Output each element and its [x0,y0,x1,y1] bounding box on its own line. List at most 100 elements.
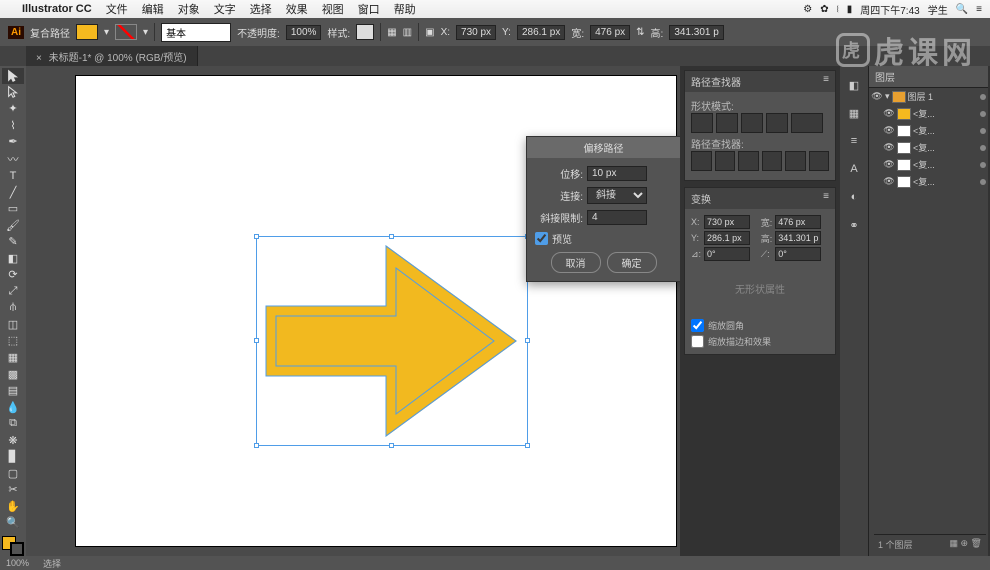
expand-icon[interactable]: ▾ [885,91,890,102]
perspective-tool[interactable]: ▦ [2,350,24,366]
visibility-icon[interactable]: 👁 [871,91,883,102]
symbol-sprayer-tool[interactable]: ❋ [2,432,24,448]
column-graph-tool[interactable]: ▊ [2,449,24,465]
unite-button[interactable] [691,113,713,133]
merge-button[interactable] [738,151,759,171]
layer-row[interactable]: 👁<复... [869,122,988,139]
opacity-input[interactable]: 100% [286,25,322,40]
divide-button[interactable] [691,151,712,171]
align-icon[interactable]: ▦ [387,27,396,38]
swatches-panel-icon[interactable]: ▦ [845,104,863,122]
target-icon[interactable] [980,162,986,168]
lasso-tool[interactable]: ⌇ [2,118,24,134]
eyedropper-tool[interactable]: 💧 [2,399,24,415]
ty-input[interactable] [704,231,750,245]
zoom-tool[interactable]: 🔍 [2,515,24,531]
intersect-button[interactable] [741,113,763,133]
direct-selection-tool[interactable] [2,85,24,101]
expand-button[interactable] [791,113,823,133]
layer-name[interactable]: 图层 1 [908,90,978,103]
slice-tool[interactable]: ✂ [2,482,24,498]
layer-name[interactable]: <复... [913,107,978,120]
layer-name[interactable]: <复... [913,141,978,154]
layer-row[interactable]: 👁<复... [869,173,988,190]
panel-menu-icon[interactable]: ≡ [823,191,829,206]
scale-tool[interactable]: ⤢ [2,284,24,300]
th-input[interactable] [775,231,821,245]
layer-row[interactable]: 👁 <复... [869,139,988,156]
target-icon[interactable] [980,145,986,151]
tab-close-icon[interactable]: × [36,53,42,64]
free-transform-tool[interactable]: ◫ [2,317,24,333]
layers-title[interactable]: 图层 [875,69,895,84]
link-icon[interactable]: ⇅ [636,27,644,38]
target-icon[interactable] [980,128,986,134]
eraser-tool[interactable]: ◧ [2,250,24,266]
minus-back-button[interactable] [809,151,830,171]
clock[interactable]: 周四下午7:43 [860,2,919,17]
pen-tool[interactable]: ✒ [2,134,24,150]
shaper-tool[interactable]: ✎ [2,234,24,250]
visibility-icon[interactable]: 👁 [883,142,895,153]
align-icon[interactable]: ▥ [403,27,412,38]
angle-input[interactable] [704,247,750,261]
menu-window[interactable]: 窗口 [358,1,380,17]
paintbrush-tool[interactable]: 🖌 [2,217,24,233]
panel-title[interactable]: 变换 [691,191,711,206]
color-panel-icon[interactable]: ◧ [845,76,863,94]
type-panel-icon[interactable]: A [845,160,863,178]
type-tool[interactable]: T [2,168,24,184]
panel-menu-icon[interactable]: ≡ [823,74,829,89]
offset-input[interactable] [587,166,647,181]
fill-swatch[interactable] [76,24,98,40]
new-layer-icon[interactable]: ▦ ⊕ 🗑 [950,538,982,551]
shape-builder-tool[interactable]: ⬚ [2,333,24,349]
mesh-tool[interactable]: ▩ [2,366,24,382]
tx-input[interactable] [704,215,750,229]
exclude-button[interactable] [766,113,788,133]
artboard-tool[interactable]: ▢ [2,466,24,482]
menu-help[interactable]: 帮助 [394,1,416,17]
panel-title[interactable]: 路径查找器 [691,74,741,89]
hand-tool[interactable]: ✋ [2,499,24,515]
layer-name[interactable]: <复... [913,124,978,137]
blend-tool[interactable]: ⧉ [2,416,24,432]
y-input[interactable]: 286.1 px [517,25,565,40]
menu-select[interactable]: 选择 [250,1,272,17]
target-icon[interactable] [980,179,986,185]
zoom-level[interactable]: 100% [6,558,29,568]
stroke-panel-icon[interactable]: ≡ [845,132,863,150]
h-input[interactable]: 341.301 p [669,25,724,40]
layer-row[interactable]: 👁 <复... [869,156,988,173]
menu-object[interactable]: 对象 [178,1,200,17]
ref-point-icon[interactable]: ▣ [425,27,434,38]
stroke-box[interactable] [10,542,24,556]
menu-edit[interactable]: 编辑 [142,1,164,17]
preview-checkbox[interactable] [535,232,548,245]
line-tool[interactable]: ╱ [2,184,24,200]
cancel-button[interactable]: 取消 [551,252,601,273]
minus-front-button[interactable] [716,113,738,133]
menu-effect[interactable]: 效果 [286,1,308,17]
layer-name[interactable]: <复... [913,158,978,171]
menu-icon[interactable]: ≡ [976,4,982,15]
tw-input[interactable] [775,215,821,229]
curvature-tool[interactable]: 〰 [2,151,24,167]
menu-file[interactable]: 文件 [106,1,128,17]
selection-bounds[interactable] [256,236,528,446]
menu-type[interactable]: 文字 [214,1,236,17]
document-tab[interactable]: × 未标题-1* @ 100% (RGB/预览) [26,46,198,67]
rectangle-tool[interactable]: ▭ [2,201,24,217]
outline-button[interactable] [785,151,806,171]
ok-button[interactable]: 确定 [607,252,657,273]
target-icon[interactable] [980,111,986,117]
menu-view[interactable]: 视图 [322,1,344,17]
visibility-icon[interactable]: 👁 [883,159,895,170]
target-icon[interactable] [980,94,986,100]
gradient-tool[interactable]: ▤ [2,383,24,399]
visibility-icon[interactable]: 👁 [883,108,895,119]
scale-corners-checkbox[interactable] [691,319,704,332]
stroke-swatch[interactable] [115,24,137,40]
user[interactable]: 学生 [928,2,948,17]
app-name[interactable]: Illustrator CC [22,3,92,15]
